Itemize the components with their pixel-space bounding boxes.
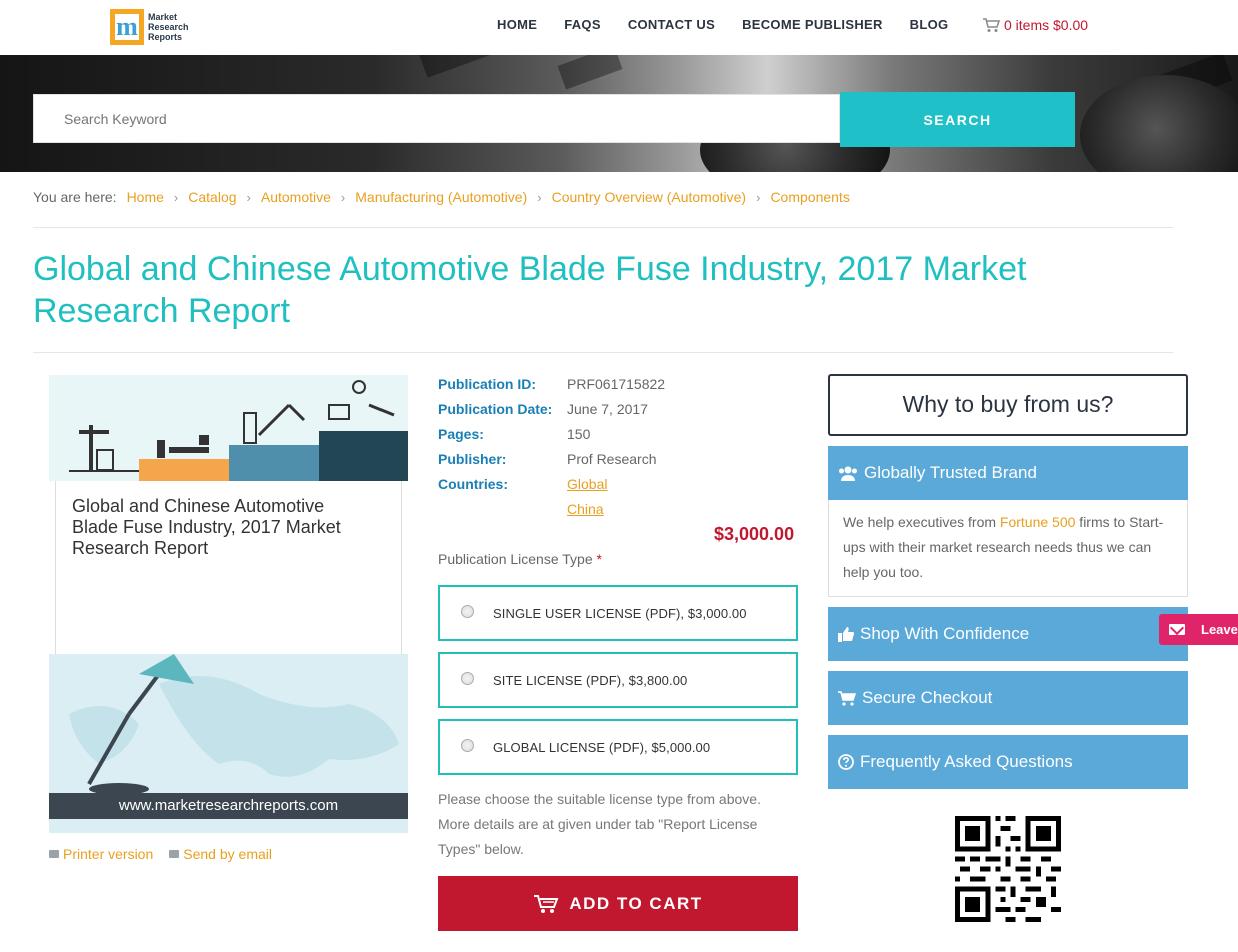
license-radio[interactable] bbox=[461, 672, 474, 685]
divider bbox=[33, 227, 1173, 228]
cart-icon bbox=[534, 894, 559, 913]
panel-title: Secure Checkout bbox=[862, 688, 993, 707]
chevron-right-icon: › bbox=[537, 189, 542, 205]
chevron-right-icon: › bbox=[340, 189, 346, 205]
breadcrumb-automotive[interactable]: Automotive bbox=[261, 189, 331, 205]
report-price: $3,000.00 bbox=[714, 524, 795, 544]
site-logo[interactable]: m Market Research Reports bbox=[110, 8, 192, 46]
detail-label: Publisher: bbox=[438, 451, 507, 467]
search-input[interactable] bbox=[33, 94, 840, 143]
envelope-icon bbox=[1169, 624, 1185, 635]
license-radio[interactable] bbox=[461, 739, 474, 752]
leave-message-tab[interactable]: Leave bbox=[1159, 614, 1238, 645]
users-icon bbox=[839, 466, 857, 481]
chevron-right-icon: › bbox=[173, 189, 179, 205]
banner-eye-right bbox=[1080, 75, 1238, 172]
nav-faqs[interactable]: FAQS bbox=[564, 17, 601, 32]
nav-contact-us[interactable]: CONTACT US bbox=[628, 17, 715, 32]
detail-label: Publication ID: bbox=[438, 376, 536, 392]
breadcrumb-country-overview[interactable]: Country Overview (Automotive) bbox=[552, 189, 747, 205]
thumbs-up-icon bbox=[838, 627, 854, 642]
panel-globally-trusted[interactable]: Globally Trusted Brand bbox=[828, 446, 1188, 500]
license-option-label: SINGLE USER LICENSE (PDF), $3,000.00 bbox=[493, 605, 747, 621]
panel-title: Globally Trusted Brand bbox=[864, 463, 1037, 482]
printer-version-label: Printer version bbox=[63, 846, 154, 862]
banner-stripe bbox=[417, 55, 503, 78]
logo-line: Reports bbox=[148, 32, 183, 42]
page-title: Global and Chinese Automotive Blade Fuse… bbox=[33, 250, 1027, 330]
license-type-label: Publication License Type * bbox=[438, 551, 602, 567]
cover-steps-graphic bbox=[69, 380, 408, 481]
why-buy-heading: Why to buy from us? bbox=[828, 374, 1188, 436]
header-cart[interactable]: 0 items $0.00 bbox=[982, 17, 1088, 33]
license-option-label: GLOBAL LICENSE (PDF), $5,000.00 bbox=[493, 739, 711, 755]
nav-become-publisher[interactable]: BECOME PUBLISHER bbox=[742, 17, 883, 32]
cover-title: Global and Chinese Automotive Blade Fuse… bbox=[72, 496, 341, 558]
detail-label: Countries: bbox=[438, 476, 508, 492]
printer-icon bbox=[49, 850, 59, 858]
license-option-single-user[interactable]: SINGLE USER LICENSE (PDF), $3,000.00 bbox=[438, 585, 798, 641]
send-by-email-link[interactable]: Send by email bbox=[169, 846, 272, 862]
banner-stripe bbox=[557, 55, 623, 90]
qr-code-graphic bbox=[955, 816, 1061, 922]
fortune-500-link[interactable]: Fortune 500 bbox=[1000, 514, 1076, 530]
license-radio[interactable] bbox=[461, 605, 474, 618]
printer-version-link[interactable]: Printer version bbox=[49, 846, 153, 862]
country-link-china[interactable]: China bbox=[567, 501, 604, 517]
breadcrumb-catalog[interactable]: Catalog bbox=[188, 189, 236, 205]
logo-line: Market bbox=[148, 12, 178, 22]
chevron-right-icon: › bbox=[246, 189, 251, 205]
top-navbar: m Market Research Reports HOME FAQS CONT… bbox=[0, 0, 1238, 55]
breadcrumb: You are here: Home › Catalog › Automotiv… bbox=[33, 189, 850, 205]
question-circle-icon bbox=[838, 754, 854, 770]
panel-title: Frequently Asked Questions bbox=[860, 752, 1073, 771]
detail-value: June 7, 2017 bbox=[567, 401, 648, 417]
cart-summary: 0 items $0.00 bbox=[1004, 17, 1089, 33]
panel-globally-trusted-body: We help executives from Fortune 500 firm… bbox=[828, 500, 1188, 597]
detail-label: Publication Date: bbox=[438, 401, 553, 417]
main-nav: HOME FAQS CONTACT US BECOME PUBLISHER BL… bbox=[497, 17, 975, 32]
breadcrumb-home[interactable]: Home bbox=[127, 189, 164, 205]
breadcrumb-manufacturing[interactable]: Manufacturing (Automotive) bbox=[355, 189, 527, 205]
detail-value: 150 bbox=[567, 426, 591, 442]
chevron-right-icon: › bbox=[756, 189, 761, 205]
logo-line: Research bbox=[148, 22, 189, 32]
add-to-cart-button[interactable]: ADD TO CART bbox=[438, 876, 798, 931]
search-button[interactable]: SEARCH bbox=[840, 92, 1075, 147]
add-to-cart-label: ADD TO CART bbox=[569, 893, 703, 913]
license-option-label: SITE LICENSE (PDF), $3,800.00 bbox=[493, 672, 688, 688]
report-cover-image: Global and Chinese Automotive Blade Fuse… bbox=[49, 375, 408, 833]
breadcrumb-label: You are here: bbox=[33, 189, 117, 205]
cover-actions: Printer version Send by email bbox=[49, 846, 272, 862]
logo-letter: m bbox=[115, 12, 139, 41]
panel-text: We help executives from bbox=[843, 514, 1000, 530]
license-type-text: Publication License Type bbox=[438, 551, 593, 567]
email-icon bbox=[169, 850, 180, 858]
panel-secure-checkout[interactable]: Secure Checkout bbox=[828, 671, 1188, 725]
qr-code bbox=[955, 816, 1061, 922]
cart-icon bbox=[838, 690, 856, 706]
divider bbox=[33, 352, 1173, 353]
panel-title: Shop With Confidence bbox=[860, 624, 1030, 643]
license-option-site[interactable]: SITE LICENSE (PDF), $3,800.00 bbox=[438, 652, 798, 708]
cover-url: www.marketresearchreports.com bbox=[49, 793, 408, 819]
license-note: Please choose the suitable license type … bbox=[438, 791, 761, 857]
detail-value: Prof Research bbox=[567, 451, 657, 467]
logo-wordmark: Market Research Reports bbox=[148, 12, 189, 42]
leave-message-label: Leave bbox=[1201, 622, 1238, 637]
detail-label: Pages: bbox=[438, 426, 484, 442]
logo-mark: m bbox=[110, 9, 144, 45]
panel-faq[interactable]: Frequently Asked Questions bbox=[828, 735, 1188, 789]
required-mark: * bbox=[596, 551, 602, 567]
send-by-email-label: Send by email bbox=[183, 846, 272, 862]
nav-blog[interactable]: BLOG bbox=[910, 17, 949, 32]
license-option-global[interactable]: GLOBAL LICENSE (PDF), $5,000.00 bbox=[438, 719, 798, 775]
country-link-global[interactable]: Global bbox=[567, 476, 607, 492]
cart-icon bbox=[983, 17, 1000, 32]
breadcrumb-components[interactable]: Components bbox=[770, 189, 849, 205]
nav-home[interactable]: HOME bbox=[497, 17, 537, 32]
detail-value: PRF061715822 bbox=[567, 376, 666, 392]
cover-header-illustration bbox=[49, 375, 408, 481]
panel-shop-with-confidence[interactable]: Shop With Confidence bbox=[828, 607, 1188, 661]
